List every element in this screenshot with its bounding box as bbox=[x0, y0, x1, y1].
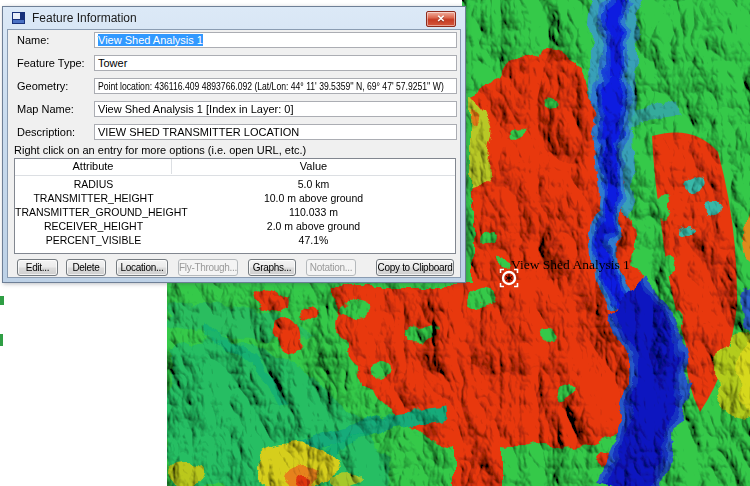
notation-button[interactable]: Notation... bbox=[306, 259, 356, 276]
close-button[interactable]: ✕ bbox=[426, 11, 456, 27]
tower-marker-icon[interactable] bbox=[499, 268, 519, 288]
feature-information-dialog: Feature Information ✕ Name: View Shed An… bbox=[2, 6, 466, 283]
table-row[interactable]: RECEIVER_HEIGHT2.0 m above ground bbox=[15, 219, 455, 233]
table-header-row: Attribute Value bbox=[15, 159, 455, 176]
map-name-input[interactable]: View Shed Analysis 1 [Index in Layer: 0] bbox=[94, 101, 457, 117]
attribute-table[interactable]: Attribute Value RADIUS5.0 km TRANSMITTER… bbox=[14, 158, 456, 254]
map-feature-label: View Shed Analysis 1 bbox=[511, 257, 630, 273]
hint-text: Right click on an entry for more options… bbox=[14, 144, 306, 156]
feature-type-label: Feature Type: bbox=[17, 55, 85, 71]
graphs-button[interactable]: Graphs... bbox=[248, 259, 296, 276]
fly-through-button[interactable]: Fly-Through... bbox=[178, 259, 238, 276]
description-input[interactable]: VIEW SHED TRANSMITTER LOCATION bbox=[94, 124, 457, 140]
dialog-titlebar[interactable]: Feature Information bbox=[3, 7, 465, 29]
window-icon bbox=[12, 12, 25, 24]
location-button[interactable]: Location... bbox=[116, 259, 168, 276]
geometry-input[interactable]: Point location: 436116.409 4893766.092 (… bbox=[94, 78, 457, 94]
attribute-column-header[interactable]: Attribute bbox=[15, 159, 172, 174]
table-row[interactable]: TRANSMITTER_GROUND_HEIGHT110.033 m bbox=[15, 205, 455, 219]
table-row[interactable]: RADIUS5.0 km bbox=[15, 177, 455, 191]
edit-button[interactable]: Edit... bbox=[17, 259, 58, 276]
geometry-label: Geometry: bbox=[17, 78, 68, 94]
map-fragment bbox=[0, 296, 4, 305]
delete-button[interactable]: Delete bbox=[66, 259, 106, 276]
close-icon: ✕ bbox=[427, 12, 455, 25]
copy-to-clipboard-button[interactable]: Copy to Clipboard bbox=[376, 259, 454, 276]
map-name-label: Map Name: bbox=[17, 101, 74, 117]
table-row[interactable]: PERCENT_VISIBLE47.1% bbox=[15, 233, 455, 247]
dialog-content: Name: View Shed Analysis 1 Feature Type:… bbox=[7, 29, 461, 278]
name-label: Name: bbox=[17, 32, 49, 48]
description-label: Description: bbox=[17, 124, 75, 140]
dialog-title: Feature Information bbox=[32, 11, 137, 25]
name-input[interactable]: View Shed Analysis 1 bbox=[94, 32, 457, 48]
table-row[interactable]: TRANSMITTER_HEIGHT10.0 m above ground bbox=[15, 191, 455, 205]
map-fragment bbox=[0, 334, 3, 346]
value-column-header[interactable]: Value bbox=[172, 159, 455, 174]
feature-type-input[interactable]: Tower bbox=[94, 55, 457, 71]
